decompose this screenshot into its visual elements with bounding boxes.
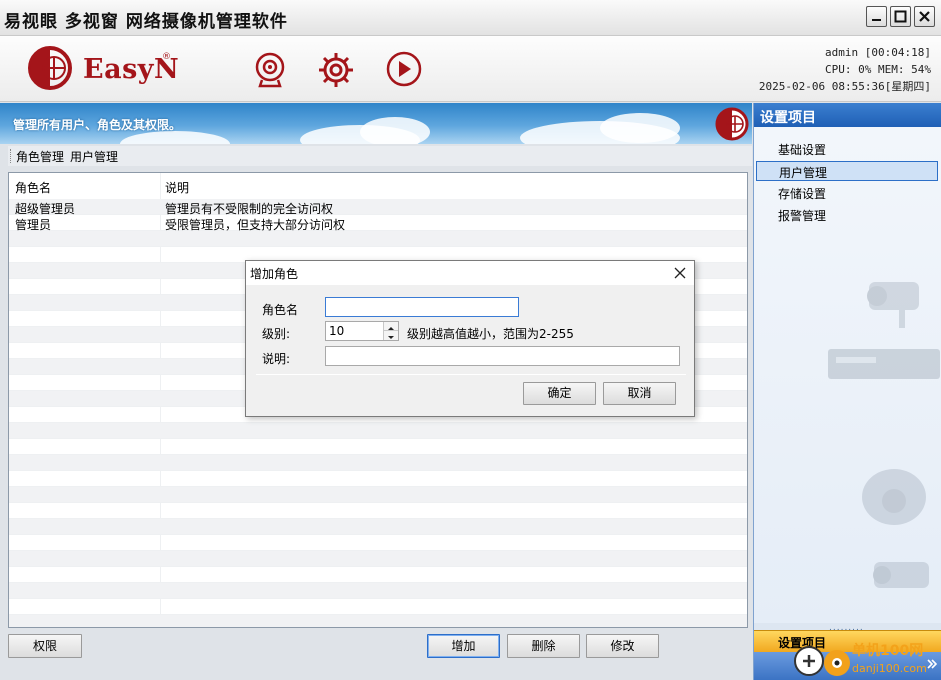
delete-role-button[interactable]: 删除 [507, 634, 580, 658]
table-row[interactable]: 管理员 受限管理员，但支持大部分访问权 [9, 215, 747, 232]
column-header-description[interactable]: 说明 [165, 179, 189, 196]
empty-row [9, 439, 747, 455]
stepper-up-button[interactable] [384, 322, 398, 331]
empty-row [9, 231, 747, 247]
empty-row [9, 519, 747, 535]
table-row[interactable]: 超级管理员 管理员有不受限制的完全访问权 [9, 199, 747, 216]
watermark-logo-icon [794, 646, 850, 676]
settings-item-alarm[interactable]: 报警管理 [756, 205, 938, 225]
toolbar-grip [10, 149, 13, 163]
empty-row [9, 503, 747, 519]
level-label: 级别: [262, 327, 291, 341]
dialog-title: 增加角色 [250, 267, 299, 281]
cloud-decoration [360, 117, 430, 144]
dome-camera-illustration-icon [862, 469, 926, 525]
minimize-icon [872, 19, 881, 21]
gear-icon[interactable] [316, 50, 356, 90]
site-watermark: 单机100网 danji100.com [792, 640, 941, 680]
role-name-label: 角色名 [262, 303, 299, 317]
cloud-decoration [600, 113, 680, 143]
settings-list: 基础设置 用户管理 存储设置 报警管理 [754, 127, 941, 623]
watermark-title: 单机100网 [852, 643, 924, 659]
close-icon[interactable] [672, 265, 688, 281]
table-header: 角色名 说明 [9, 173, 747, 199]
tab-strip: 角色管理 用户管理 [8, 146, 752, 166]
column-header-role-name[interactable]: 角色名 [15, 179, 51, 196]
empty-row [9, 535, 747, 551]
empty-row [9, 455, 747, 471]
section-banner: 管理所有用户、角色及其权限。 [0, 103, 752, 144]
globe-logo-icon [715, 107, 749, 141]
chevron-down-icon [388, 336, 394, 339]
dvr-illustration-icon [828, 349, 940, 379]
level-stepper[interactable]: 10 [325, 321, 399, 341]
app-header: EasyN ® admin [00:04:18] CPU: 0% MEM: 54… [0, 36, 941, 102]
maximize-icon [894, 10, 907, 23]
window-title: 易视眼 多视窗 网络摄像机管理软件 [4, 12, 288, 32]
close-button[interactable] [914, 6, 935, 27]
status-cpu-mem: CPU: 0% MEM: 54% [825, 63, 931, 76]
camera-icon[interactable] [250, 50, 290, 90]
settings-panel: 设置项目 基础设置 用户管理 存储设置 报警管理 ......... 设置项目 [753, 103, 941, 680]
stepper-arrows [383, 322, 398, 340]
settings-item-basic[interactable]: 基础设置 [756, 139, 938, 159]
dialog-separator [256, 374, 686, 375]
add-role-button[interactable]: 增加 [427, 634, 500, 658]
empty-row [9, 551, 747, 567]
level-hint: 级别越高值越小，范围为2-255 [407, 327, 574, 341]
cancel-button[interactable]: 取消 [603, 382, 676, 405]
dialog-title-bar: 增加角色 [246, 261, 694, 285]
brand-registered-mark: ® [162, 52, 171, 62]
tab-user-management[interactable]: 用户管理 [68, 148, 120, 165]
easyn-logo: EasyN ® [28, 44, 188, 94]
close-icon [919, 11, 930, 22]
empty-row [9, 471, 747, 487]
settings-item-user-management[interactable]: 用户管理 [756, 161, 938, 181]
banner-text: 管理所有用户、角色及其权限。 [13, 118, 182, 132]
camera-illustration-icon [873, 562, 929, 588]
role-name-input[interactable] [325, 297, 519, 317]
description-input[interactable] [325, 346, 680, 366]
watermark-url: danji100.com [852, 662, 927, 675]
empty-row [9, 487, 747, 503]
status-user-time: admin [00:04:18] [825, 46, 931, 59]
stepper-down-button[interactable] [384, 331, 398, 340]
empty-row [9, 423, 747, 439]
empty-row [9, 583, 747, 599]
level-value[interactable]: 10 [329, 324, 344, 338]
settings-panel-title: 设置项目 [754, 103, 941, 127]
globe-logo-icon [28, 46, 72, 90]
minimize-button[interactable] [866, 6, 887, 27]
status-readout: admin [00:04:18] CPU: 0% MEM: 54% 2025-0… [759, 44, 931, 95]
modify-role-button[interactable]: 修改 [586, 634, 659, 658]
status-datetime: 2025-02-06 08:55:36[星期四] [758, 80, 931, 93]
empty-row [9, 615, 747, 627]
tab-role-management[interactable]: 角色管理 [14, 148, 66, 165]
description-label: 说明: [262, 352, 291, 366]
maximize-button[interactable] [890, 6, 911, 27]
camera-illustration-icon [867, 282, 919, 328]
empty-row [9, 599, 747, 615]
title-bar: 易视眼 多视窗 网络摄像机管理软件 [0, 0, 941, 36]
empty-row [9, 567, 747, 583]
ok-button[interactable]: 确定 [523, 382, 596, 405]
permission-button[interactable]: 权限 [8, 634, 82, 658]
play-icon[interactable] [384, 50, 424, 90]
settings-item-storage[interactable]: 存储设置 [756, 183, 938, 203]
add-role-dialog: 增加角色 角色名 级别: 10 级别越高值越小，范围为2-255 说明: 确定 … [245, 260, 695, 417]
